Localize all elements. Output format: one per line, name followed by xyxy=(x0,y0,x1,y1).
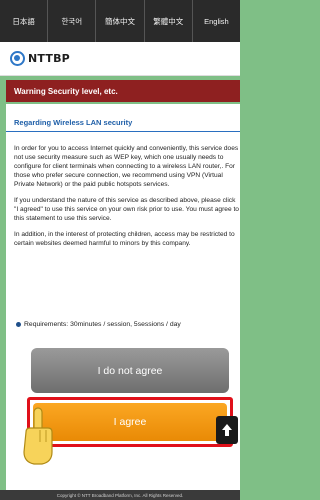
paragraph-restriction: In addition, in the interest of protecti… xyxy=(14,231,235,247)
disagree-button-label: I do not agree xyxy=(97,364,163,377)
pointing-hand-icon xyxy=(23,407,53,465)
language-bar: 日本語 한국어 簡体中文 繁體中文 English xyxy=(0,0,240,42)
disagree-button[interactable]: I do not agree xyxy=(31,348,229,393)
agree-button[interactable]: I agree xyxy=(33,403,227,441)
paragraph-security: In order for you to access Internet quic… xyxy=(14,145,239,188)
paragraph-agreement: If you understand the nature of this ser… xyxy=(14,197,239,222)
warning-text: Warning Security level, etc. xyxy=(14,86,118,96)
requirements-line: Requirements: 30minutes / session, 5sess… xyxy=(16,321,181,328)
header-logo-row: NTTBP xyxy=(0,42,240,76)
language-tab-traditional-chinese[interactable]: 繁體中文 xyxy=(145,0,193,42)
scroll-to-top-button[interactable] xyxy=(216,416,238,444)
footer: Copyright © NTT Broadband Platform, Inc.… xyxy=(0,490,240,500)
language-tab-korean[interactable]: 한국어 xyxy=(48,0,97,42)
language-tab-english[interactable]: English xyxy=(193,0,240,42)
language-tab-simplified-chinese[interactable]: 簡体中文 xyxy=(96,0,145,42)
warning-banner: Warning Security level, etc. xyxy=(6,80,240,102)
section-title: Regarding Wireless LAN security xyxy=(6,118,240,132)
nttbp-logo-icon xyxy=(10,51,25,66)
requirements-text: Requirements: 30minutes / session, 5sess… xyxy=(24,321,181,328)
bullet-icon xyxy=(16,322,21,327)
language-tab-japanese[interactable]: 日本語 xyxy=(0,0,49,42)
logo-text: NTTBP xyxy=(28,52,70,65)
security-notice: In order for you to access Internet quic… xyxy=(14,144,240,255)
copyright-text: Copyright © NTT Broadband Platform, Inc.… xyxy=(56,492,184,498)
agree-button-label: I agree xyxy=(113,416,147,428)
arrow-up-icon xyxy=(222,424,232,436)
